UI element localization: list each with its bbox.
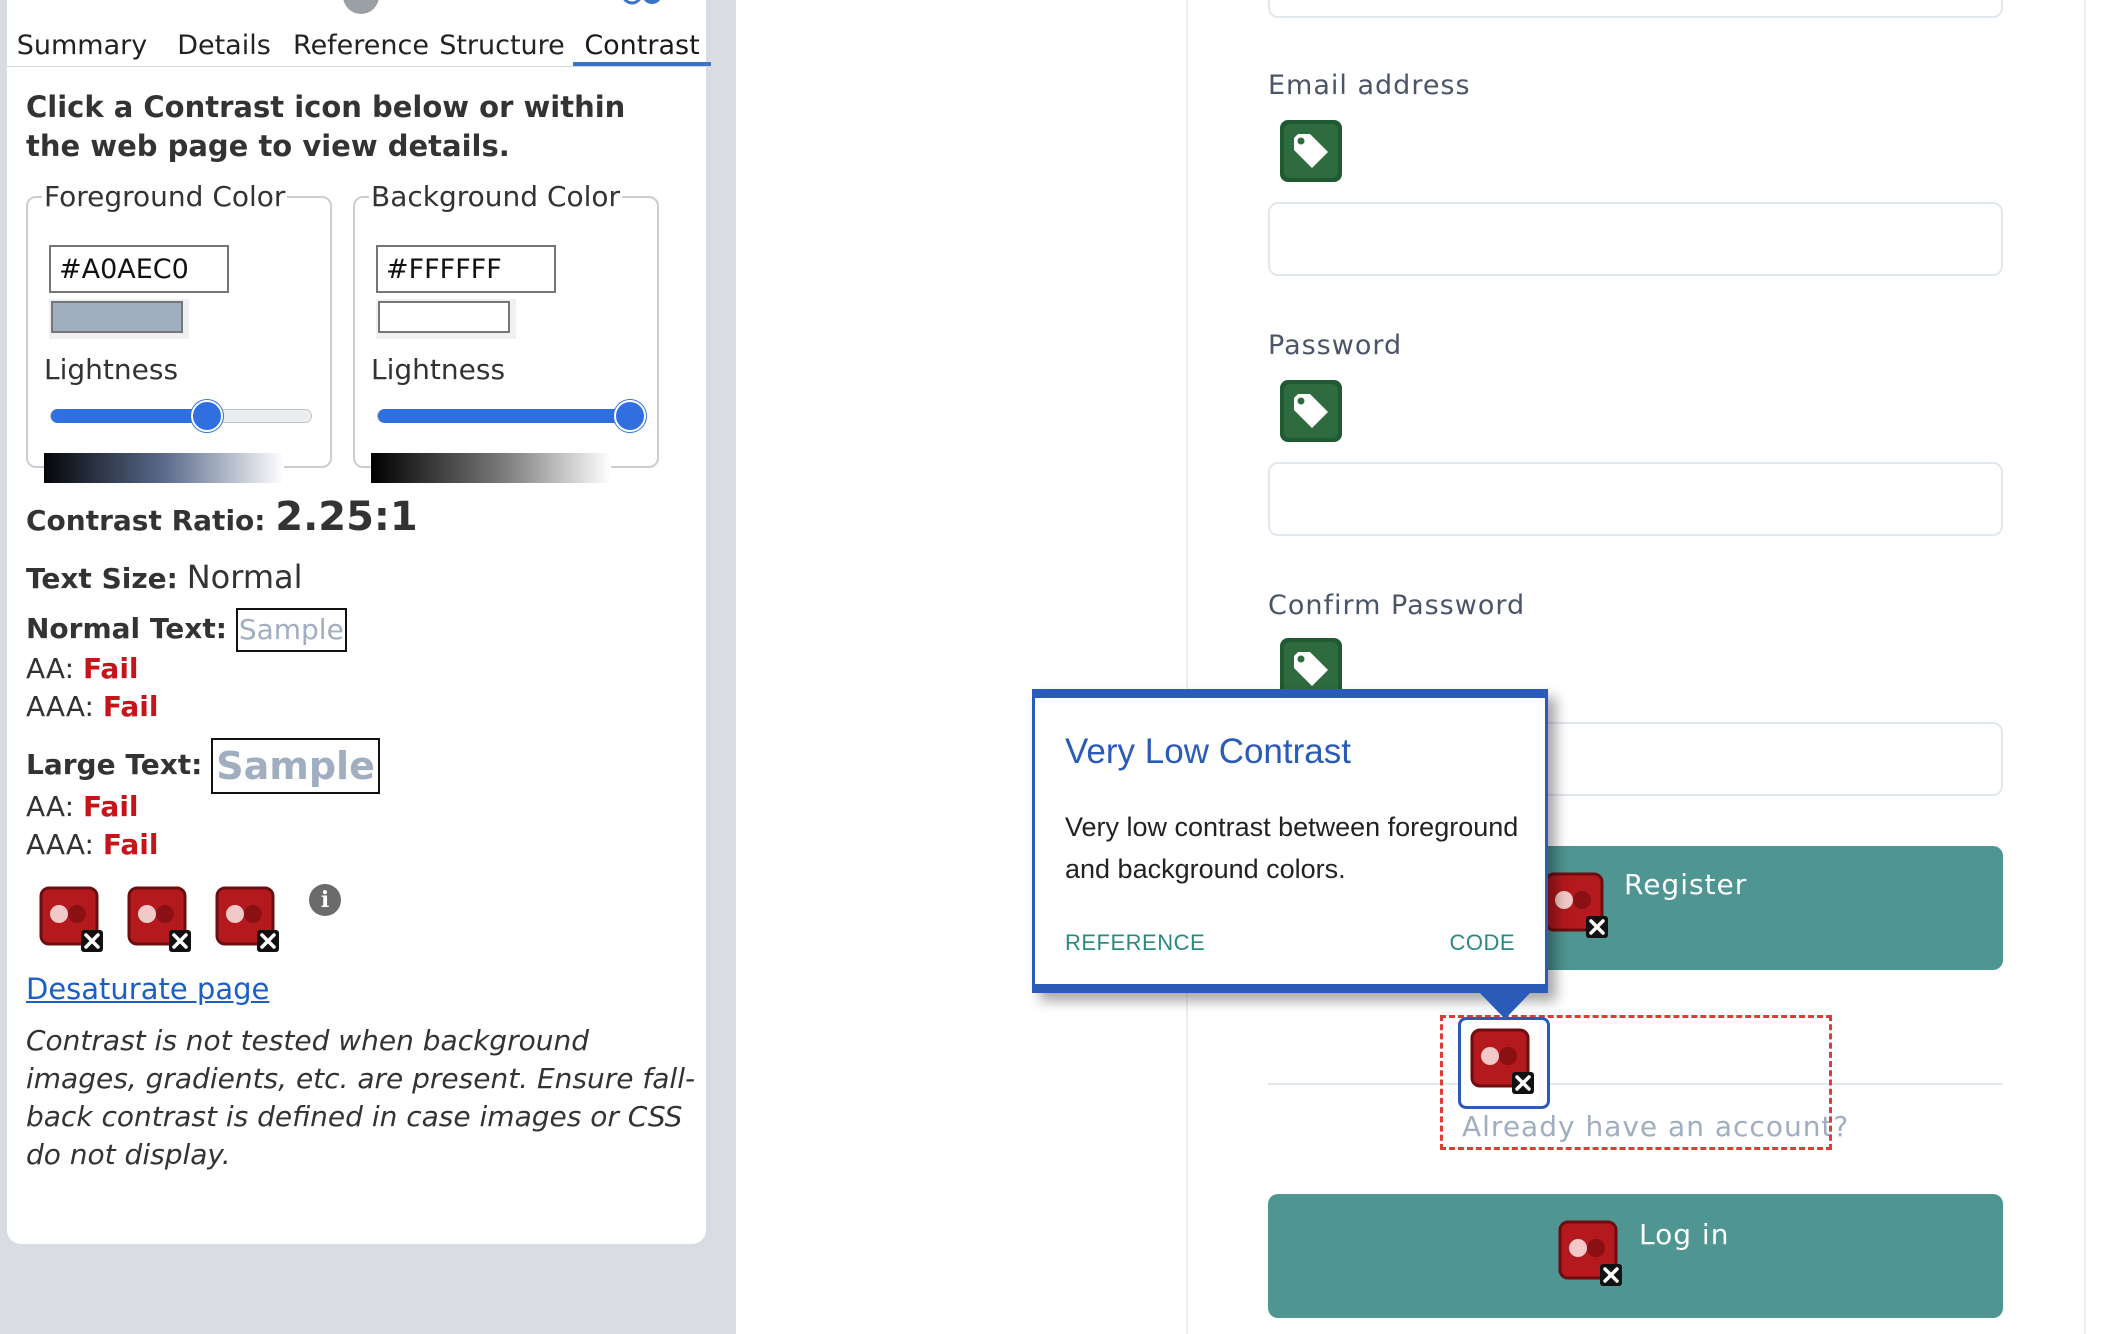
foreground-color-group: Foreground Color Lightness xyxy=(26,180,332,483)
desaturate-page-link[interactable]: Desaturate page xyxy=(26,972,269,1006)
tab-details[interactable]: Details xyxy=(157,0,291,66)
aaa-label: AAA: xyxy=(26,828,94,861)
tab-label: Structure xyxy=(439,30,565,61)
tab-reference[interactable]: Reference xyxy=(291,0,431,66)
slider-thumb[interactable] xyxy=(191,400,223,432)
text-size-row: Text Size: Normal xyxy=(26,558,303,596)
tooltip-pointer xyxy=(1478,991,1532,1019)
email-field[interactable] xyxy=(1268,202,2003,276)
text-size-value: Normal xyxy=(186,558,303,596)
background-swatch[interactable] xyxy=(378,301,510,333)
background-lightness-label: Lightness xyxy=(371,353,506,386)
contrast-icon xyxy=(614,0,670,23)
slider-thumb[interactable] xyxy=(614,400,647,432)
normal-aaa-result: Fail xyxy=(102,690,159,723)
tooltip-title: Very Low Contrast xyxy=(1065,732,1351,771)
aa-label: AA: xyxy=(26,652,75,685)
foreground-swatch-frame xyxy=(49,299,189,339)
background-lightness-gradient xyxy=(371,453,611,483)
password-field[interactable] xyxy=(1268,462,2003,536)
tab-bar: Summary Details Reference Structure Cont… xyxy=(7,0,711,67)
tag-icon[interactable] xyxy=(1278,118,1344,184)
info-icon[interactable]: i xyxy=(309,884,341,916)
aaa-label: AAA: xyxy=(26,690,94,723)
slider-fill xyxy=(378,409,631,423)
background-lightness-slider[interactable] xyxy=(377,400,647,432)
large-text-sample: Sample xyxy=(211,738,380,794)
list-icon xyxy=(202,0,246,23)
large-aa-result: Fail xyxy=(82,790,139,823)
tab-label: Contrast xyxy=(584,30,700,61)
instructions-text: Click a Contrast icon below or within th… xyxy=(26,90,626,163)
page-right-border xyxy=(2084,0,2086,1334)
contrast-note: Contrast is not tested when background i… xyxy=(26,1024,696,1171)
large-text-label: Large Text: xyxy=(26,748,203,781)
tooltip-body: Very low contrast between foreground and… xyxy=(1065,812,1519,884)
extension-panel: Summary Details Reference Structure Cont… xyxy=(7,0,711,1244)
contrast-error-icon[interactable] xyxy=(1556,1218,1624,1286)
tab-summary[interactable]: Summary xyxy=(7,0,157,66)
foreground-lightness-gradient xyxy=(44,453,284,483)
page-left-border xyxy=(1186,0,1188,1334)
tab-label: Details xyxy=(177,30,271,61)
tooltip-reference-link[interactable]: REFERENCE xyxy=(1065,930,1205,956)
foreground-legend: Foreground Color xyxy=(44,180,286,213)
foreground-lightness-slider[interactable] xyxy=(50,400,312,432)
contrast-error-icon[interactable] xyxy=(37,884,105,952)
info-icon xyxy=(341,0,381,27)
contrast-error-icon[interactable] xyxy=(125,884,193,952)
normal-text-row: Normal Text: Sample xyxy=(26,608,347,652)
contrast-error-icon[interactable] xyxy=(213,884,281,952)
large-text-row: Large Text: Sample xyxy=(26,738,380,794)
large-aa-row: AA: Fail xyxy=(26,790,139,823)
home-icon xyxy=(65,0,99,23)
large-aaa-row: AAA: Fail xyxy=(26,828,158,861)
normal-text-sample: Sample xyxy=(235,608,347,652)
foreground-swatch[interactable] xyxy=(51,301,183,333)
normal-aaa-row: AAA: Fail xyxy=(26,690,158,723)
tag-icon[interactable] xyxy=(1278,378,1344,444)
foreground-lightness-label: Lightness xyxy=(44,353,179,386)
slider-fill xyxy=(51,409,207,423)
log-in-button[interactable]: Log in xyxy=(1268,1194,2003,1318)
aa-label: AA: xyxy=(26,790,75,823)
hierarchy-icon xyxy=(477,0,527,23)
background-hex-input[interactable] xyxy=(376,245,556,293)
large-aaa-result: Fail xyxy=(102,828,159,861)
password-label: Password xyxy=(1268,330,1403,361)
normal-aa-result: Fail xyxy=(82,652,139,685)
normal-text-label: Normal Text: xyxy=(26,612,227,645)
tooltip-code-link[interactable]: CODE xyxy=(1449,930,1515,956)
contrast-ratio: Contrast Ratio: 2.25:1 xyxy=(26,494,418,540)
tab-label: Summary xyxy=(16,30,148,61)
top-partial-input[interactable] xyxy=(1268,0,2003,18)
register-button-label: Register xyxy=(1624,868,1748,901)
email-label: Email address xyxy=(1268,70,1471,101)
background-swatch-frame xyxy=(376,299,516,339)
foreground-hex-input[interactable] xyxy=(49,245,229,293)
tab-contrast[interactable]: Contrast xyxy=(573,0,711,66)
contrast-ratio-value: 2.25:1 xyxy=(275,494,418,540)
tab-label: Reference xyxy=(293,30,429,61)
contrast-error-icon[interactable] xyxy=(1468,1026,1536,1094)
background-color-group: Background Color Lightness xyxy=(353,180,659,483)
contrast-ratio-label: Contrast Ratio: xyxy=(26,504,266,537)
log-in-button-label: Log in xyxy=(1639,1218,1730,1251)
contrast-error-icon[interactable] xyxy=(1542,870,1610,938)
background-legend: Background Color xyxy=(371,180,621,213)
normal-aa-row: AA: Fail xyxy=(26,652,139,685)
text-size-label: Text Size: xyxy=(26,562,178,595)
contrast-tooltip: Very Low Contrast Very low contrast betw… xyxy=(1032,689,1548,993)
confirm-password-label: Confirm Password xyxy=(1268,590,1526,621)
tab-structure[interactable]: Structure xyxy=(431,0,573,66)
